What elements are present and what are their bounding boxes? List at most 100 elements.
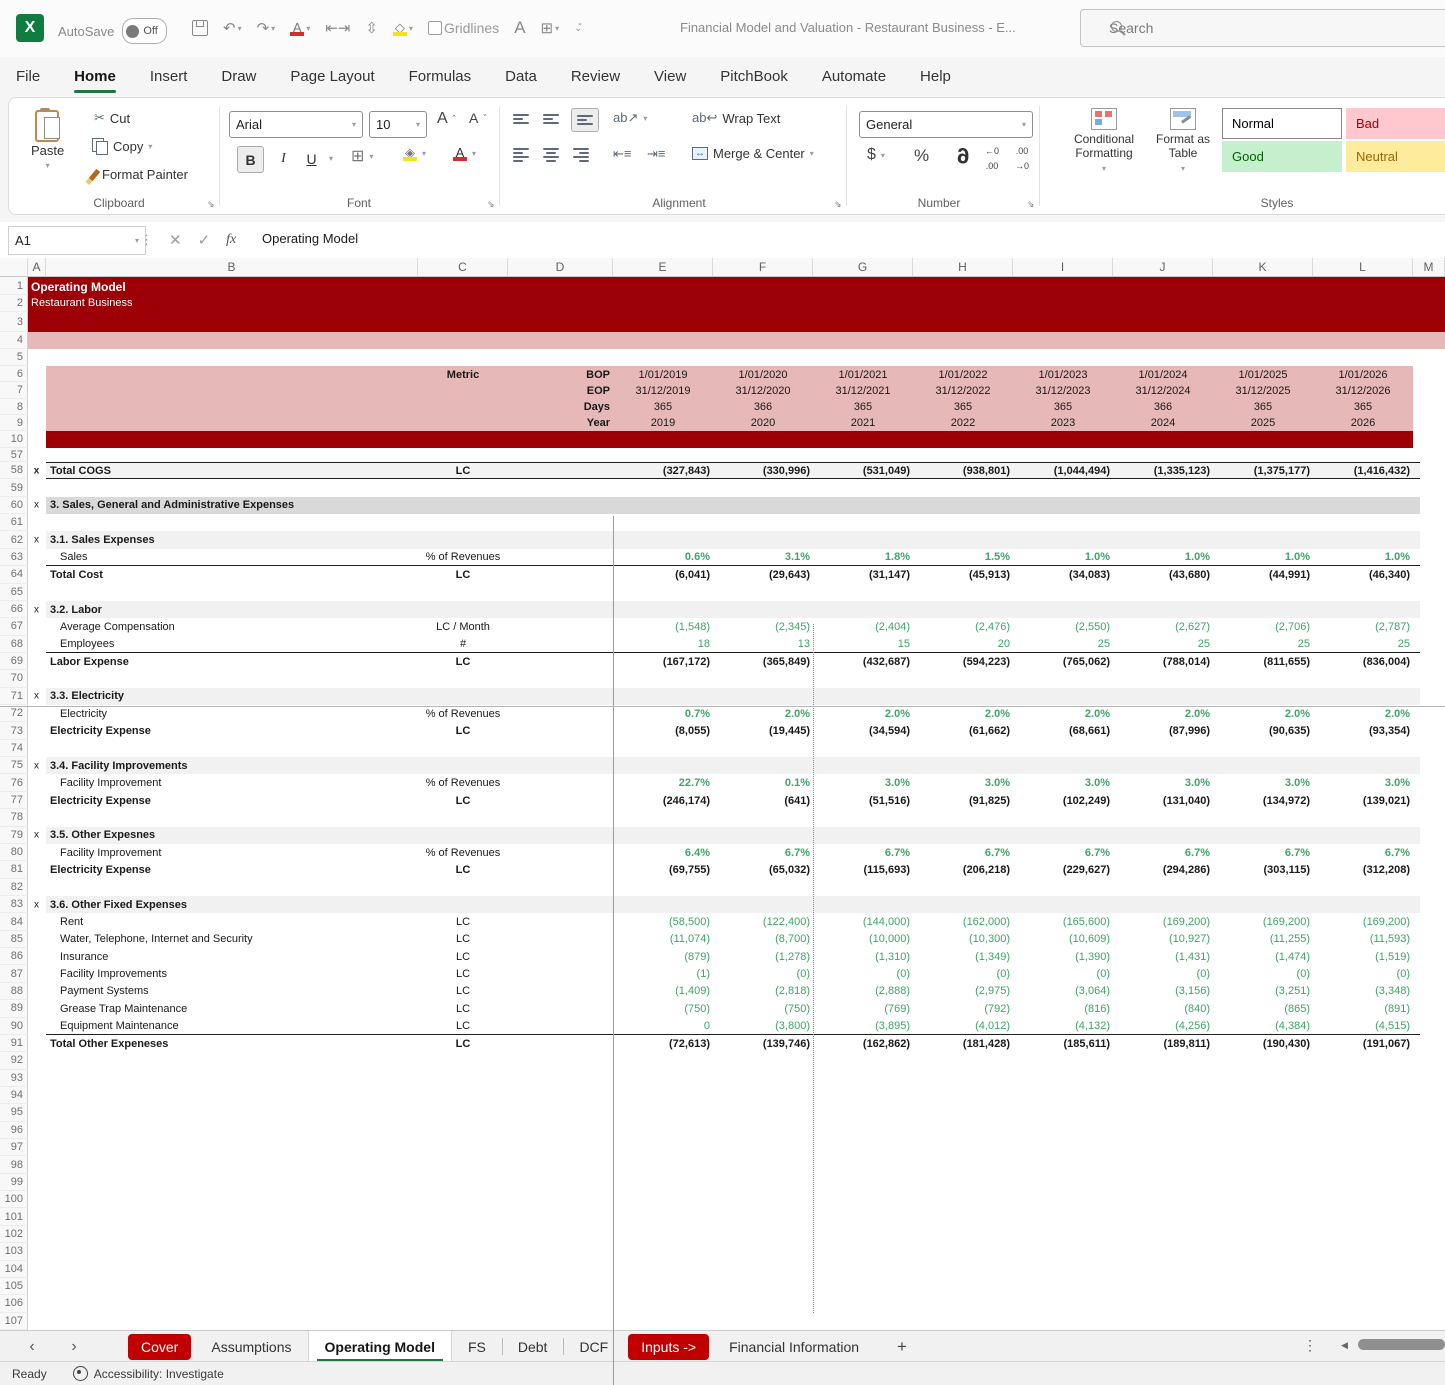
- value-cell[interactable]: (0): [1313, 968, 1410, 980]
- value-cell[interactable]: (3,800): [713, 1020, 810, 1032]
- align-top-button[interactable]: [513, 114, 529, 124]
- row-number[interactable]: 94: [0, 1087, 28, 1104]
- menu-tab-view[interactable]: View: [652, 64, 688, 89]
- value-cell[interactable]: 3.0%: [1113, 777, 1210, 789]
- row-number[interactable]: 3: [0, 312, 28, 332]
- value-cell[interactable]: 3.0%: [813, 777, 910, 789]
- period-value-cell[interactable]: 1/01/2025: [1213, 369, 1313, 381]
- font-color-icon[interactable]: A▾: [290, 21, 310, 36]
- value-cell[interactable]: (1,349): [913, 951, 1010, 963]
- sheet-tab-inputs-[interactable]: Inputs ->: [628, 1334, 709, 1360]
- row-number[interactable]: 6: [0, 366, 28, 382]
- column-width-icon[interactable]: ⇤⇥: [325, 19, 350, 37]
- row-number[interactable]: 57: [0, 448, 28, 462]
- value-cell[interactable]: (69,755): [613, 864, 710, 876]
- row-label[interactable]: Facility Improvement: [60, 847, 161, 859]
- period-value-cell[interactable]: 365: [613, 401, 713, 413]
- row-label[interactable]: 3.2. Labor: [50, 604, 102, 616]
- value-cell[interactable]: 2.0%: [1213, 708, 1310, 720]
- value-cell[interactable]: (1,375,177): [1213, 465, 1310, 477]
- value-cell[interactable]: (2,345): [713, 621, 810, 633]
- autosave-toggle[interactable]: Off: [122, 18, 166, 44]
- col-header-H[interactable]: H: [913, 258, 1013, 277]
- row-label[interactable]: Electricity Expense: [50, 795, 151, 807]
- value-cell[interactable]: (189,811): [1113, 1038, 1210, 1050]
- font-color-button[interactable]: A▾: [453, 146, 476, 161]
- row-number[interactable]: 91: [0, 1035, 28, 1052]
- row-label[interactable]: Water, Telephone, Internet and Security: [60, 933, 253, 945]
- value-cell[interactable]: (65,032): [713, 864, 810, 876]
- value-cell[interactable]: (1,310): [813, 951, 910, 963]
- col-header-F[interactable]: F: [713, 258, 813, 277]
- period-row-label[interactable]: EOP: [508, 385, 610, 397]
- value-cell[interactable]: 18: [613, 638, 710, 650]
- font-dialog-launcher[interactable]: ⇘: [487, 199, 495, 210]
- row-number[interactable]: 103: [0, 1243, 28, 1260]
- paste-button[interactable]: Paste ▾: [31, 108, 64, 170]
- period-value-cell[interactable]: 365: [913, 401, 1013, 413]
- menu-tab-draw[interactable]: Draw: [219, 64, 258, 89]
- align-left-button[interactable]: [513, 148, 529, 162]
- select-all-corner[interactable]: [0, 258, 28, 277]
- orientation-button[interactable]: ab↗▾: [613, 110, 647, 126]
- menu-tab-automate[interactable]: Automate: [820, 64, 888, 89]
- tab-overflow-icon[interactable]: ⋮: [1303, 1337, 1317, 1354]
- value-cell[interactable]: (11,593): [1313, 933, 1410, 945]
- increase-indent-button[interactable]: ⇥≡: [647, 146, 665, 162]
- value-cell[interactable]: 6.7%: [1213, 847, 1310, 859]
- search-input[interactable]: Search: [1080, 9, 1445, 47]
- metric-header-label[interactable]: Metric: [418, 369, 508, 381]
- sheet-nav-left-icon[interactable]: ‹: [22, 1338, 42, 1356]
- value-cell[interactable]: 0.7%: [613, 708, 710, 720]
- value-cell[interactable]: (58,500): [613, 916, 710, 928]
- value-cell[interactable]: (8,700): [713, 933, 810, 945]
- period-value-cell[interactable]: 31/12/2019: [613, 385, 713, 397]
- col-header-C[interactable]: C: [418, 258, 508, 277]
- row-number[interactable]: 79: [0, 827, 28, 844]
- row-number[interactable]: 78: [0, 809, 28, 826]
- metric-cell[interactable]: LC: [418, 933, 508, 945]
- row-number[interactable]: 95: [0, 1104, 28, 1121]
- value-cell[interactable]: (31,147): [813, 569, 910, 581]
- value-cell[interactable]: (1,474): [1213, 951, 1310, 963]
- value-cell[interactable]: 6.7%: [1313, 847, 1410, 859]
- row-number[interactable]: 8: [0, 399, 28, 415]
- value-cell[interactable]: (330,996): [713, 465, 810, 477]
- value-cell[interactable]: 3.0%: [913, 777, 1010, 789]
- sheet-nav-right-icon[interactable]: ›: [64, 1338, 84, 1356]
- value-cell[interactable]: (3,251): [1213, 985, 1310, 997]
- value-cell[interactable]: (19,445): [713, 725, 810, 737]
- value-cell[interactable]: 15: [813, 638, 910, 650]
- metric-cell[interactable]: LC: [418, 656, 508, 668]
- decrease-decimal-button[interactable]: .00→0: [1015, 146, 1029, 171]
- value-cell[interactable]: (4,132): [1013, 1020, 1110, 1032]
- grow-font-button[interactable]: Aˆ: [437, 110, 456, 128]
- period-value-cell[interactable]: 2025: [1213, 417, 1313, 429]
- period-value-cell[interactable]: 1/01/2026: [1313, 369, 1413, 381]
- value-cell[interactable]: (3,064): [1013, 985, 1110, 997]
- row-number[interactable]: 76: [0, 774, 28, 791]
- value-cell[interactable]: (531,049): [813, 465, 910, 477]
- bold-button[interactable]: B: [237, 146, 264, 173]
- row-number[interactable]: 10: [0, 431, 28, 448]
- period-value-cell[interactable]: 366: [1113, 401, 1213, 413]
- row-label[interactable]: Electricity: [60, 708, 107, 720]
- group-x-marker[interactable]: x: [28, 535, 45, 546]
- fill-color-icon[interactable]: ◇▾: [393, 21, 413, 36]
- col-header-G[interactable]: G: [813, 258, 913, 277]
- menu-tab-formulas[interactable]: Formulas: [407, 64, 474, 89]
- sheet-title-banner[interactable]: Operating Model Restaurant Business: [28, 277, 1445, 332]
- col-header-J[interactable]: J: [1113, 258, 1213, 277]
- value-cell[interactable]: (11,255): [1213, 933, 1310, 945]
- period-value-cell[interactable]: 365: [813, 401, 913, 413]
- sheet-tab-dcf[interactable]: DCF: [563, 1331, 624, 1362]
- value-cell[interactable]: (792): [913, 1003, 1010, 1015]
- value-cell[interactable]: 6.7%: [813, 847, 910, 859]
- row-label[interactable]: 3.1. Sales Expenses: [50, 534, 155, 546]
- metric-cell[interactable]: LC: [418, 916, 508, 928]
- row-number[interactable]: 67: [0, 618, 28, 635]
- row-label[interactable]: Facility Improvements: [60, 968, 167, 980]
- value-cell[interactable]: (1,431): [1113, 951, 1210, 963]
- row-number[interactable]: 69: [0, 653, 28, 670]
- row-number[interactable]: 77: [0, 792, 28, 809]
